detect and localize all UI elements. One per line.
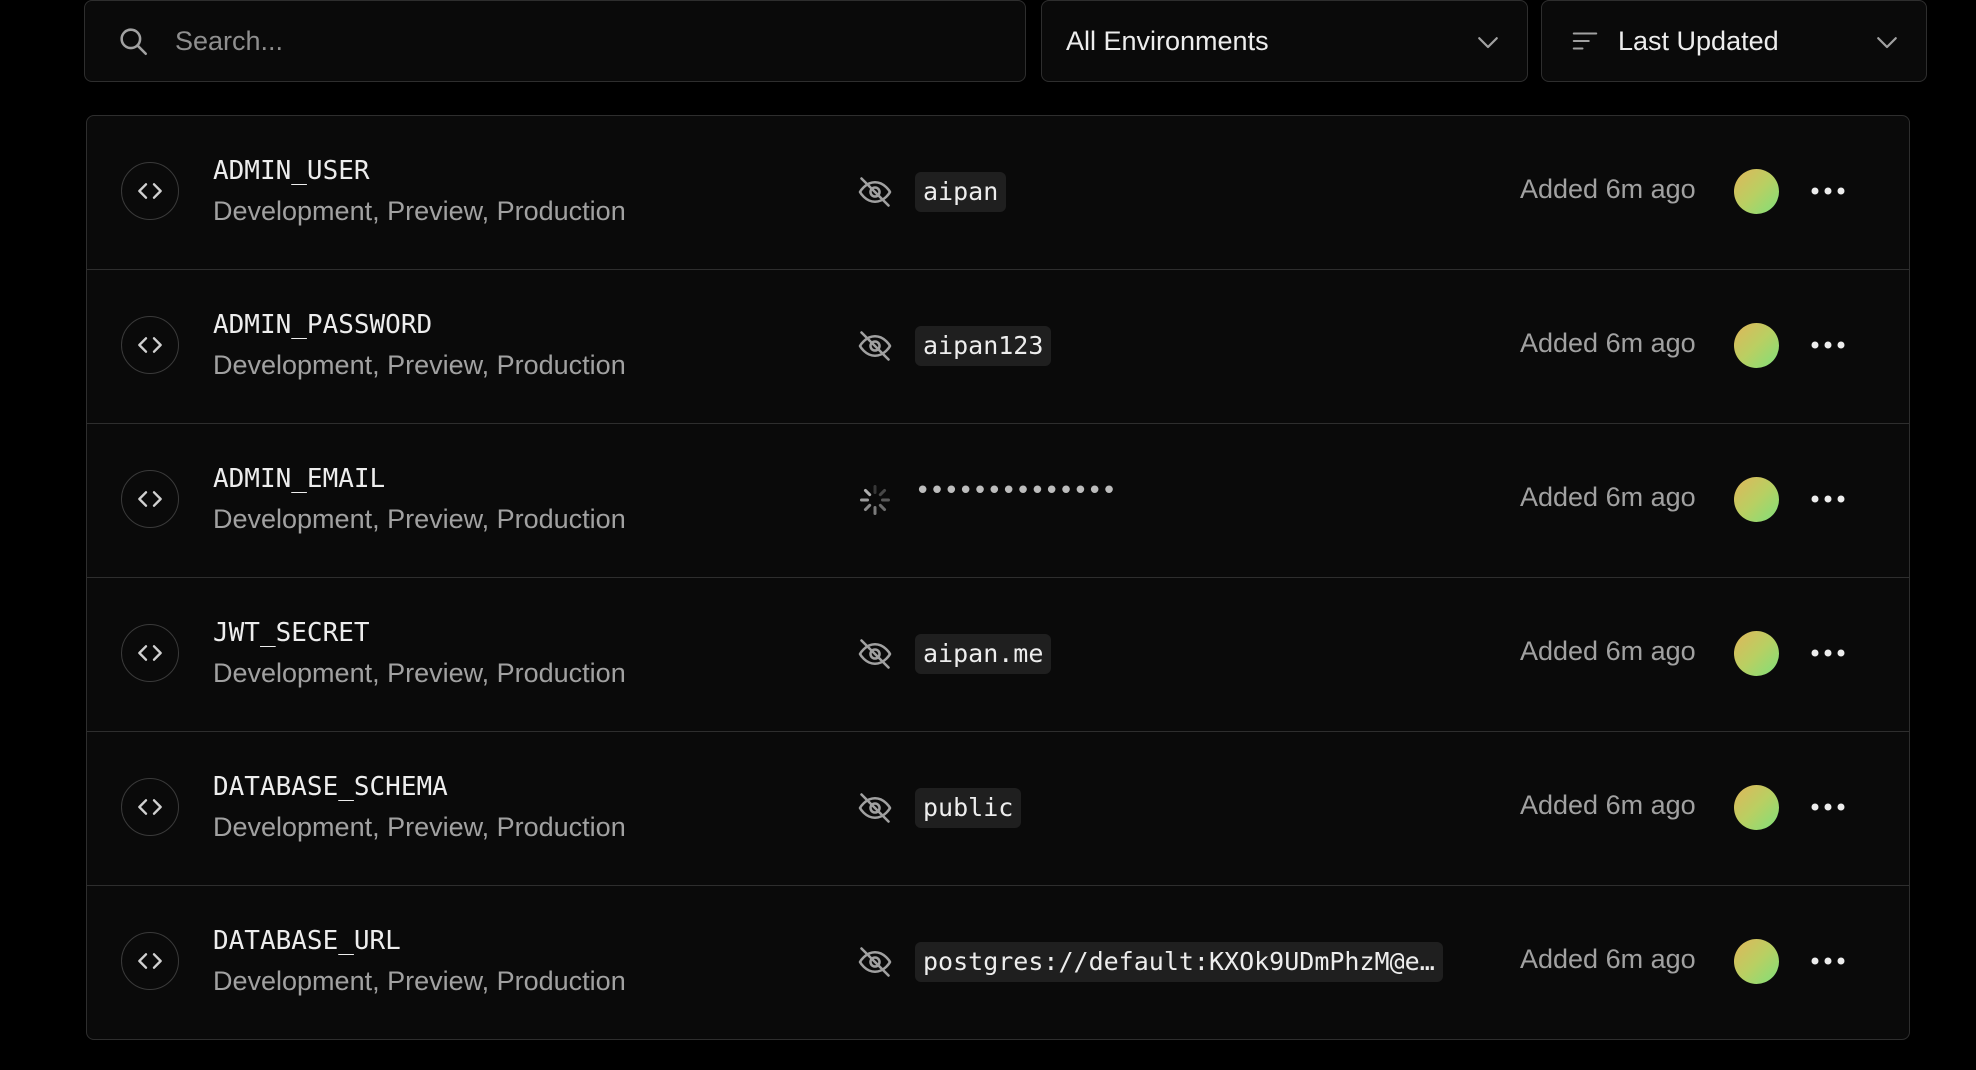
- variable-value-masked: ••••••••••••••: [915, 476, 1117, 506]
- ellipsis-icon: [1811, 957, 1845, 965]
- variable-value[interactable]: public: [915, 788, 1022, 828]
- more-actions-button[interactable]: [1803, 322, 1853, 368]
- added-time: Added 6m ago: [1520, 790, 1696, 820]
- added-time: Added 6m ago: [1520, 328, 1696, 358]
- variable-environments: Development, Preview, Production: [213, 812, 626, 842]
- added-time: Added 6m ago: [1520, 944, 1696, 974]
- more-actions-button[interactable]: [1803, 630, 1853, 676]
- variable-row: ADMIN_PASSWORD Development, Preview, Pro…: [87, 270, 1909, 424]
- avatar: [1734, 631, 1779, 676]
- sort-lines-icon: [1572, 32, 1598, 50]
- variable-name: DATABASE_SCHEMA: [213, 772, 448, 802]
- variable-name: JWT_SECRET: [213, 618, 370, 648]
- toolbar: All Environments Last Updated: [84, 0, 1927, 84]
- ellipsis-icon: [1811, 495, 1845, 503]
- variable-name: ADMIN_EMAIL: [213, 464, 386, 494]
- code-icon: [121, 316, 179, 374]
- loading-spinner-icon: [860, 485, 890, 515]
- code-icon: [121, 470, 179, 528]
- avatar: [1734, 169, 1779, 214]
- variable-row: JWT_SECRET Development, Preview, Product…: [87, 578, 1909, 732]
- eye-off-icon[interactable]: [857, 328, 893, 364]
- eye-off-icon[interactable]: [857, 636, 893, 672]
- eye-off-icon[interactable]: [857, 790, 893, 826]
- more-actions-button[interactable]: [1803, 168, 1853, 214]
- sort-select[interactable]: Last Updated: [1541, 0, 1927, 82]
- chevron-down-icon: [1877, 37, 1897, 49]
- variable-name: DATABASE_URL: [213, 926, 401, 956]
- avatar: [1734, 323, 1779, 368]
- added-time: Added 6m ago: [1520, 636, 1696, 666]
- avatar: [1734, 939, 1779, 984]
- environment-select[interactable]: All Environments: [1041, 0, 1528, 82]
- variable-row: ADMIN_USER Development, Preview, Product…: [87, 116, 1909, 270]
- sort-select-label: Last Updated: [1618, 25, 1779, 56]
- ellipsis-icon: [1811, 341, 1845, 349]
- variable-environments: Development, Preview, Production: [213, 350, 626, 380]
- variable-row: DATABASE_SCHEMA Development, Preview, Pr…: [87, 732, 1909, 886]
- code-icon: [121, 932, 179, 990]
- eye-off-icon[interactable]: [857, 944, 893, 980]
- ellipsis-icon: [1811, 649, 1845, 657]
- variable-value[interactable]: aipan123: [915, 326, 1052, 366]
- variable-environments: Development, Preview, Production: [213, 196, 626, 226]
- ellipsis-icon: [1811, 187, 1845, 195]
- search-icon: [113, 21, 153, 61]
- environment-variables-list: ADMIN_USER Development, Preview, Product…: [86, 115, 1910, 1040]
- variable-environments: Development, Preview, Production: [213, 966, 626, 996]
- more-actions-button[interactable]: [1803, 476, 1853, 522]
- variable-environments: Development, Preview, Production: [213, 658, 626, 688]
- search-box[interactable]: [84, 0, 1026, 82]
- ellipsis-icon: [1811, 803, 1845, 811]
- more-actions-button[interactable]: [1803, 938, 1853, 984]
- variable-value[interactable]: postgres://default:KXOk9UDmPhzM@e…: [915, 942, 1443, 982]
- eye-off-icon[interactable]: [857, 174, 893, 210]
- code-icon: [121, 778, 179, 836]
- added-time: Added 6m ago: [1520, 482, 1696, 512]
- environment-select-label: All Environments: [1066, 25, 1269, 56]
- code-icon: [121, 624, 179, 682]
- avatar: [1734, 785, 1779, 830]
- more-actions-button[interactable]: [1803, 784, 1853, 830]
- variable-row: DATABASE_URL Development, Preview, Produ…: [87, 886, 1909, 1039]
- code-icon: [121, 162, 179, 220]
- variable-value[interactable]: aipan: [915, 172, 1007, 212]
- chevron-down-icon: [1478, 37, 1498, 49]
- variable-row: ADMIN_EMAIL Development, Preview, Produc…: [87, 424, 1909, 578]
- added-time: Added 6m ago: [1520, 174, 1696, 204]
- avatar: [1734, 477, 1779, 522]
- variable-value[interactable]: aipan.me: [915, 634, 1052, 674]
- variable-environments: Development, Preview, Production: [213, 504, 626, 534]
- variable-name: ADMIN_PASSWORD: [213, 310, 433, 340]
- variable-name: ADMIN_USER: [213, 156, 370, 186]
- search-input[interactable]: [173, 24, 997, 58]
